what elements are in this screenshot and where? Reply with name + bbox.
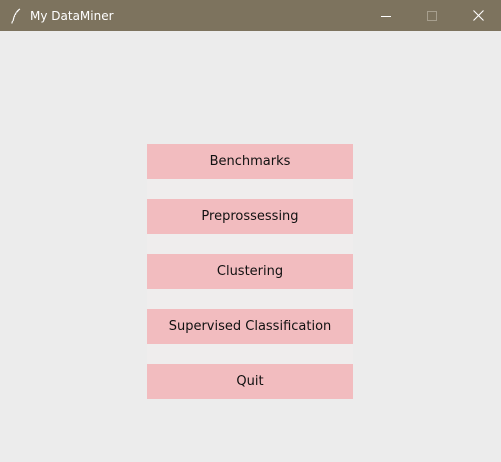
window-controls <box>363 0 501 31</box>
quit-button[interactable]: Quit <box>147 364 353 399</box>
menu-panel: Benchmarks Preprossessing Clustering Sup… <box>147 144 353 399</box>
close-button[interactable] <box>455 0 501 31</box>
main-content: Benchmarks Preprossessing Clustering Sup… <box>0 31 501 462</box>
maximize-button[interactable] <box>409 0 455 31</box>
window-title: My DataMiner <box>30 8 114 23</box>
clustering-button[interactable]: Clustering <box>147 254 353 289</box>
preprocessing-button[interactable]: Preprossessing <box>147 199 353 234</box>
app-window: My DataMiner Benchmarks Preprossessing C… <box>0 0 501 462</box>
minimize-icon <box>381 6 391 25</box>
minimize-button[interactable] <box>363 0 409 31</box>
feather-icon[interactable] <box>9 8 23 24</box>
maximize-icon <box>427 6 437 25</box>
close-icon <box>472 6 484 25</box>
benchmarks-button[interactable]: Benchmarks <box>147 144 353 179</box>
supervised-classification-button[interactable]: Supervised Classification <box>147 309 353 344</box>
title-bar[interactable]: My DataMiner <box>0 0 501 31</box>
